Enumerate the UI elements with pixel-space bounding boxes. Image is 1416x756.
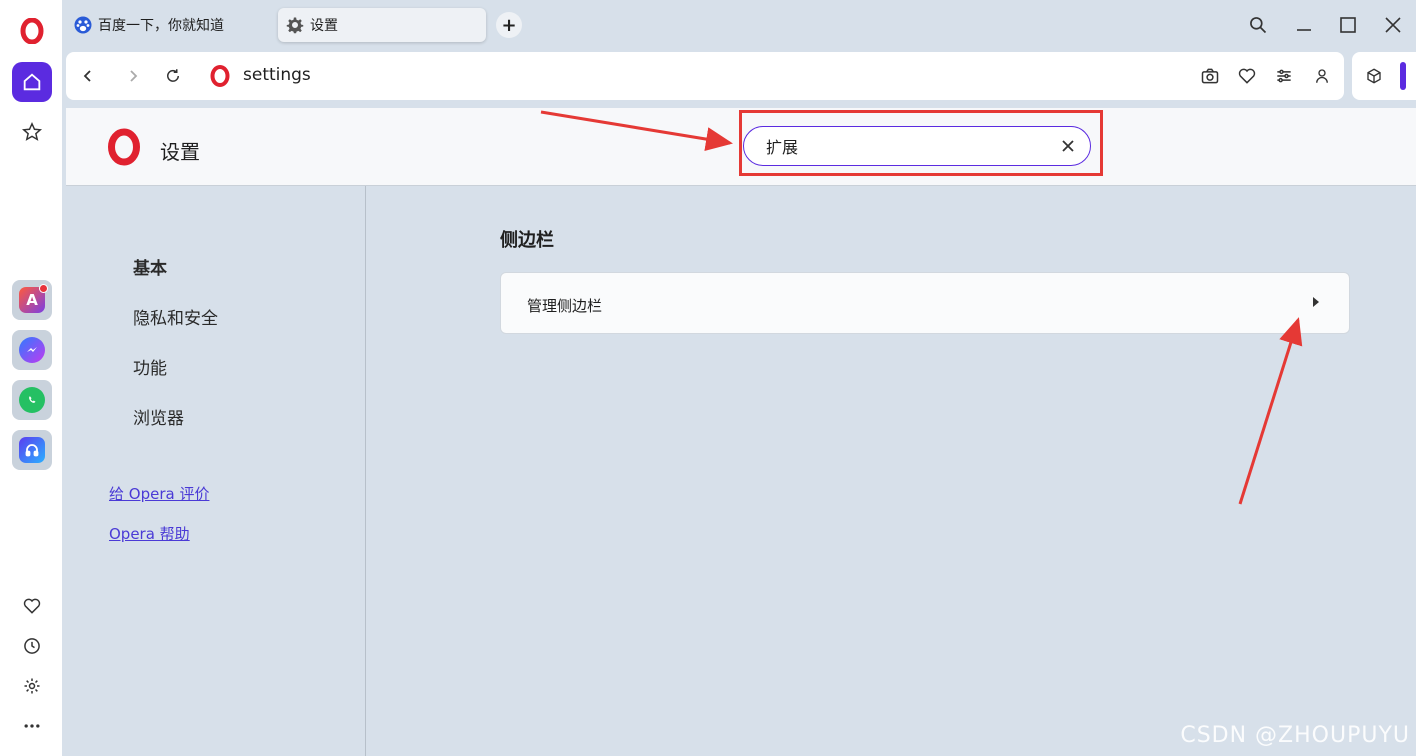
bookmarks-button[interactable]	[12, 586, 52, 626]
sidebar-toggle-indicator[interactable]	[1400, 62, 1406, 90]
reload-icon	[167, 69, 179, 82]
forward-button[interactable]	[119, 62, 147, 90]
tab-settings[interactable]: 设置	[278, 8, 486, 42]
history-button[interactable]	[12, 626, 52, 666]
setting-label: 管理侧边栏	[527, 297, 603, 315]
triangle-right-icon	[1313, 297, 1319, 307]
minimize-button[interactable]	[1289, 10, 1319, 40]
plus-icon: +	[501, 14, 517, 36]
settings-button[interactable]	[12, 666, 52, 706]
opera-logo-icon	[210, 65, 230, 87]
site-icon	[209, 65, 231, 91]
settings-nav: 基本 隐私和安全 功能 浏览器 给 Opera 评价 Opera 帮助	[66, 186, 366, 756]
chevron-left-icon	[83, 70, 91, 82]
nav-item-features[interactable]: 功能	[133, 354, 167, 379]
tab-baidu[interactable]: 百度一下，你就知道	[66, 8, 272, 42]
opera-menu-button[interactable]	[19, 17, 45, 45]
sliders-icon	[1277, 69, 1291, 83]
cube-icon	[1367, 68, 1381, 84]
notification-dot	[39, 284, 48, 293]
pinboards-button[interactable]	[12, 112, 52, 152]
opera-logo-icon	[108, 128, 140, 166]
snapshot-button[interactable]	[1196, 62, 1224, 90]
url-text[interactable]: settings	[243, 65, 311, 85]
opera-logo-icon	[20, 17, 44, 45]
more-button[interactable]	[12, 706, 52, 746]
messenger-icon	[19, 337, 45, 363]
whatsapp-icon	[19, 387, 45, 413]
reload-button[interactable]	[159, 62, 187, 90]
search-icon	[1250, 17, 1267, 34]
maximize-icon	[1340, 17, 1356, 33]
nav-item-basic[interactable]: 基本	[133, 254, 167, 279]
extensions-area	[1352, 52, 1416, 100]
camera-icon	[1201, 68, 1219, 84]
app-sidebar: A	[0, 0, 62, 756]
tab-label: 设置	[310, 18, 338, 34]
baidu-icon	[74, 16, 92, 34]
more-dots-icon	[24, 724, 40, 728]
profile-button[interactable]	[1308, 62, 1336, 90]
clear-search-button[interactable]	[1058, 136, 1078, 156]
gear-icon	[24, 678, 40, 694]
heart-icon	[1238, 68, 1256, 84]
watermark-text: CSDN @ZHOUPUYU	[1180, 723, 1410, 748]
settings-header: 设置	[66, 108, 1416, 186]
home-icon	[23, 73, 41, 91]
close-icon	[1385, 17, 1401, 33]
clock-icon	[24, 638, 40, 654]
heart-icon	[23, 598, 41, 614]
close-window-button[interactable]	[1378, 10, 1408, 40]
star-icon	[21, 121, 43, 141]
minimize-icon	[1297, 29, 1311, 31]
easy-setup-button[interactable]	[1270, 62, 1298, 90]
home-button[interactable]	[12, 62, 52, 102]
back-button[interactable]	[74, 62, 102, 90]
whatsapp-app-button[interactable]	[12, 380, 52, 420]
manage-sidebar-row[interactable]: 管理侧边栏	[500, 272, 1350, 334]
annotation-arrow-to-row	[1238, 317, 1303, 505]
headphones-icon	[19, 437, 45, 463]
maximize-button[interactable]	[1333, 10, 1363, 40]
search-input[interactable]	[766, 136, 1046, 155]
section-title: 侧边栏	[500, 230, 554, 251]
settings-search-field[interactable]	[743, 126, 1091, 166]
page-title: 设置	[160, 140, 200, 164]
close-icon	[1062, 140, 1074, 152]
bookmark-page-button[interactable]	[1233, 62, 1261, 90]
settings-logo	[106, 128, 142, 170]
messenger-app-button[interactable]	[12, 330, 52, 370]
new-tab-button[interactable]: +	[496, 12, 522, 38]
chevron-right-icon	[130, 70, 138, 82]
extensions-button[interactable]	[1360, 62, 1388, 90]
address-bar: settings	[66, 52, 1344, 100]
aria-app-button[interactable]: A	[12, 280, 52, 320]
nav-item-privacy[interactable]: 隐私和安全	[133, 304, 218, 329]
tab-label: 百度一下，你就知道	[98, 18, 224, 34]
nav-item-browser[interactable]: 浏览器	[133, 404, 184, 429]
opera-help-link[interactable]: Opera 帮助	[109, 523, 190, 544]
gear-icon	[286, 17, 304, 34]
user-icon	[1316, 69, 1328, 83]
music-player-app-button[interactable]	[12, 430, 52, 470]
search-tabs-button[interactable]	[1243, 10, 1273, 40]
rate-opera-link[interactable]: 给 Opera 评价	[109, 483, 209, 504]
